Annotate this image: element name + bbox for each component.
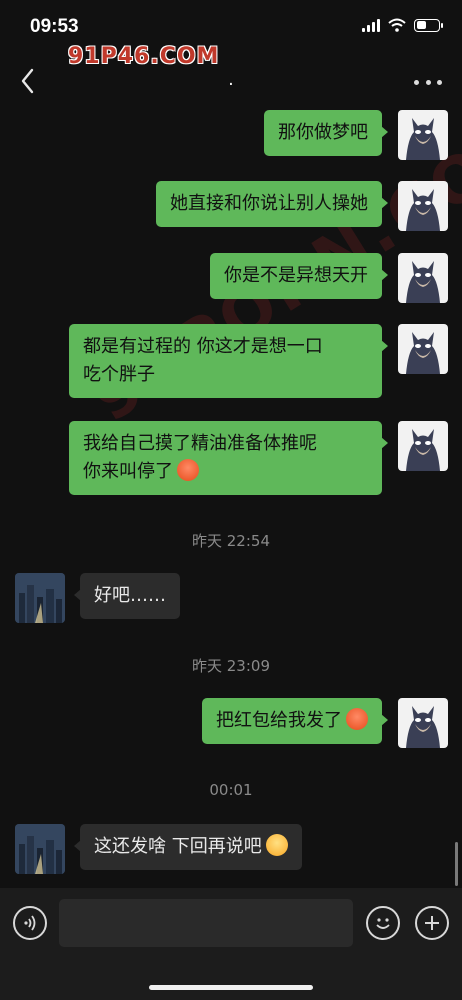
status-icons xyxy=(362,18,443,32)
status-time: 09:53 xyxy=(30,16,79,37)
timestamp: 昨天 22:54 xyxy=(192,532,270,550)
more-options-button[interactable] xyxy=(414,68,442,96)
timestamp: 昨天 23:09 xyxy=(192,657,270,675)
message-text: 把红包给我发了 xyxy=(216,710,342,731)
message-bubble-received[interactable]: 这还发啥 下回再说吧 xyxy=(74,824,302,870)
wifi-icon xyxy=(388,18,406,32)
message-text-line: 吃个胖子 xyxy=(83,364,155,385)
message-bubble-sent[interactable]: 把红包给我发了 xyxy=(202,698,388,744)
batman-avatar-icon xyxy=(406,189,440,231)
scrollbar[interactable] xyxy=(455,842,458,886)
city-photo-avatar xyxy=(15,824,65,874)
watermark-logo: 91P46.COM xyxy=(68,44,220,69)
batman-avatar-icon xyxy=(406,261,440,303)
avatar-self[interactable] xyxy=(398,253,448,303)
timestamp: 00:01 xyxy=(209,781,253,799)
message-bubble-sent[interactable]: 她直接和你说让别人操她 xyxy=(156,181,388,227)
laughing-face-icon xyxy=(265,834,288,856)
message-text: 那你做梦吧 xyxy=(278,122,368,143)
chat-title: . xyxy=(228,70,234,90)
avatar-contact[interactable] xyxy=(15,573,65,623)
home-indicator[interactable] xyxy=(149,985,313,990)
voice-icon xyxy=(24,915,36,931)
message-input[interactable] xyxy=(59,899,353,947)
batman-avatar-icon xyxy=(406,429,440,471)
more-actions-button[interactable] xyxy=(415,906,449,940)
battery-icon xyxy=(414,18,443,32)
avatar-self[interactable] xyxy=(398,421,448,471)
message-bubble-sent[interactable]: 我给自己摸了精油准备体推呢 你来叫停了 xyxy=(69,421,388,495)
avatar-self[interactable] xyxy=(398,181,448,231)
avatar-self[interactable] xyxy=(398,698,448,748)
message-bubble-received[interactable]: 好吧…… xyxy=(74,573,180,619)
more-dot-icon xyxy=(414,79,419,85)
angry-face-icon xyxy=(177,459,199,481)
angry-face-icon xyxy=(346,708,368,730)
signal-icon xyxy=(362,18,380,32)
city-photo-avatar xyxy=(15,573,65,623)
message-text: 这还发啥 下回再说吧 xyxy=(94,836,262,857)
batman-avatar-icon xyxy=(406,332,440,374)
emoji-button[interactable] xyxy=(366,906,400,940)
plus-icon xyxy=(425,916,439,930)
smiley-icon xyxy=(376,918,390,929)
message-text-line: 都是有过程的 你这才是想一口 xyxy=(83,336,323,357)
avatar-contact[interactable] xyxy=(15,824,65,874)
message-text: 她直接和你说让别人操她 xyxy=(170,193,368,214)
message-text-line: 我给自己摸了精油准备体推呢 xyxy=(83,433,317,454)
batman-avatar-icon xyxy=(406,118,440,160)
avatar-self[interactable] xyxy=(398,110,448,160)
input-bar xyxy=(0,888,462,1000)
message-text-line: 你来叫停了 xyxy=(83,461,173,482)
message-text: 好吧…… xyxy=(94,585,166,606)
message-bubble-sent[interactable]: 你是不是异想天开 xyxy=(210,253,388,299)
message-bubble-sent[interactable]: 都是有过程的 你这才是想一口 吃个胖子 xyxy=(69,324,388,398)
message-text: 你是不是异想天开 xyxy=(224,265,368,286)
batman-avatar-icon xyxy=(406,706,440,748)
message-bubble-sent[interactable]: 那你做梦吧 xyxy=(264,110,388,156)
avatar-self[interactable] xyxy=(398,324,448,374)
voice-input-button[interactable] xyxy=(13,906,47,940)
